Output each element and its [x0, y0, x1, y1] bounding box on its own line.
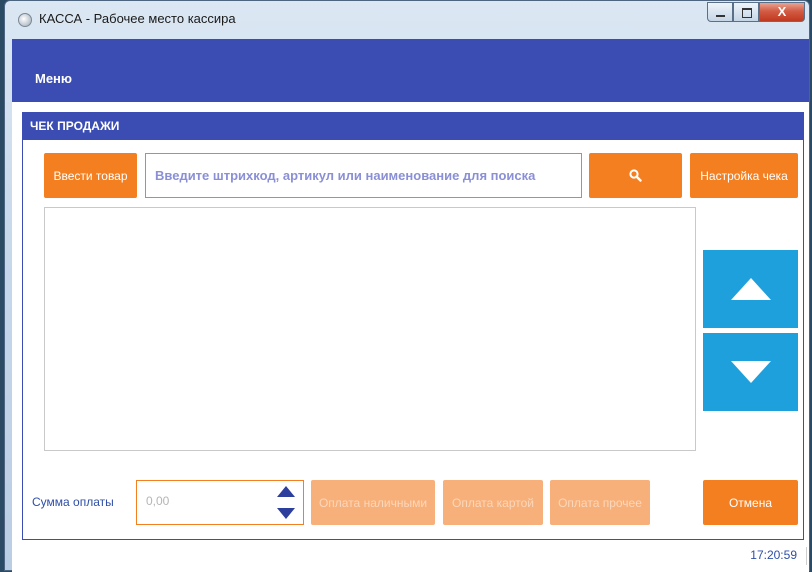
app-icon — [18, 13, 32, 27]
menu-button[interactable]: Меню — [35, 71, 72, 86]
title-bar[interactable]: КАССА - Рабочее место кассира X — [5, 1, 809, 37]
maximize-button[interactable] — [733, 2, 759, 22]
status-divider — [806, 547, 807, 565]
arrow-down-icon — [730, 361, 771, 383]
receipt-settings-button[interactable]: Настройка чека — [690, 153, 798, 198]
window-title: КАССА - Рабочее место кассира — [39, 11, 236, 26]
scroll-up-button[interactable] — [703, 250, 798, 328]
spin-up-icon[interactable] — [277, 486, 295, 497]
window-controls: X — [707, 2, 805, 22]
search-icon — [629, 169, 642, 182]
pay-cash-button[interactable]: Оплата наличными — [311, 480, 435, 525]
close-button[interactable]: X — [759, 2, 805, 22]
payment-sum-label: Сумма оплаты — [32, 495, 114, 509]
scroll-down-button[interactable] — [703, 333, 798, 411]
arrow-up-icon — [730, 278, 771, 300]
search-button[interactable] — [589, 153, 682, 198]
payment-sum-value: 0,00 — [146, 494, 170, 508]
client-area: Меню ЧЕК ПРОДАЖИ Ввести товар Настройка … — [12, 39, 809, 572]
minimize-button[interactable] — [707, 2, 733, 22]
search-input[interactable] — [145, 153, 582, 198]
status-clock: 17:20:59 — [750, 548, 797, 562]
receipt-items-list[interactable] — [44, 207, 696, 451]
enter-item-button[interactable]: Ввести товар — [44, 153, 137, 198]
app-window: КАССА - Рабочее место кассира X Меню ЧЕК… — [4, 0, 810, 572]
payment-sum-field[interactable]: 0,00 — [136, 480, 304, 525]
pay-other-button[interactable]: Оплата прочее — [550, 480, 650, 525]
menu-bar: Меню — [12, 39, 809, 102]
receipt-panel: ЧЕК ПРОДАЖИ Ввести товар Настройка чека — [22, 112, 804, 540]
receipt-panel-header: ЧЕК ПРОДАЖИ — [23, 113, 803, 140]
cancel-button[interactable]: Отмена — [703, 480, 798, 525]
spin-down-icon[interactable] — [277, 508, 295, 519]
pay-card-button[interactable]: Оплата картой — [443, 480, 543, 525]
